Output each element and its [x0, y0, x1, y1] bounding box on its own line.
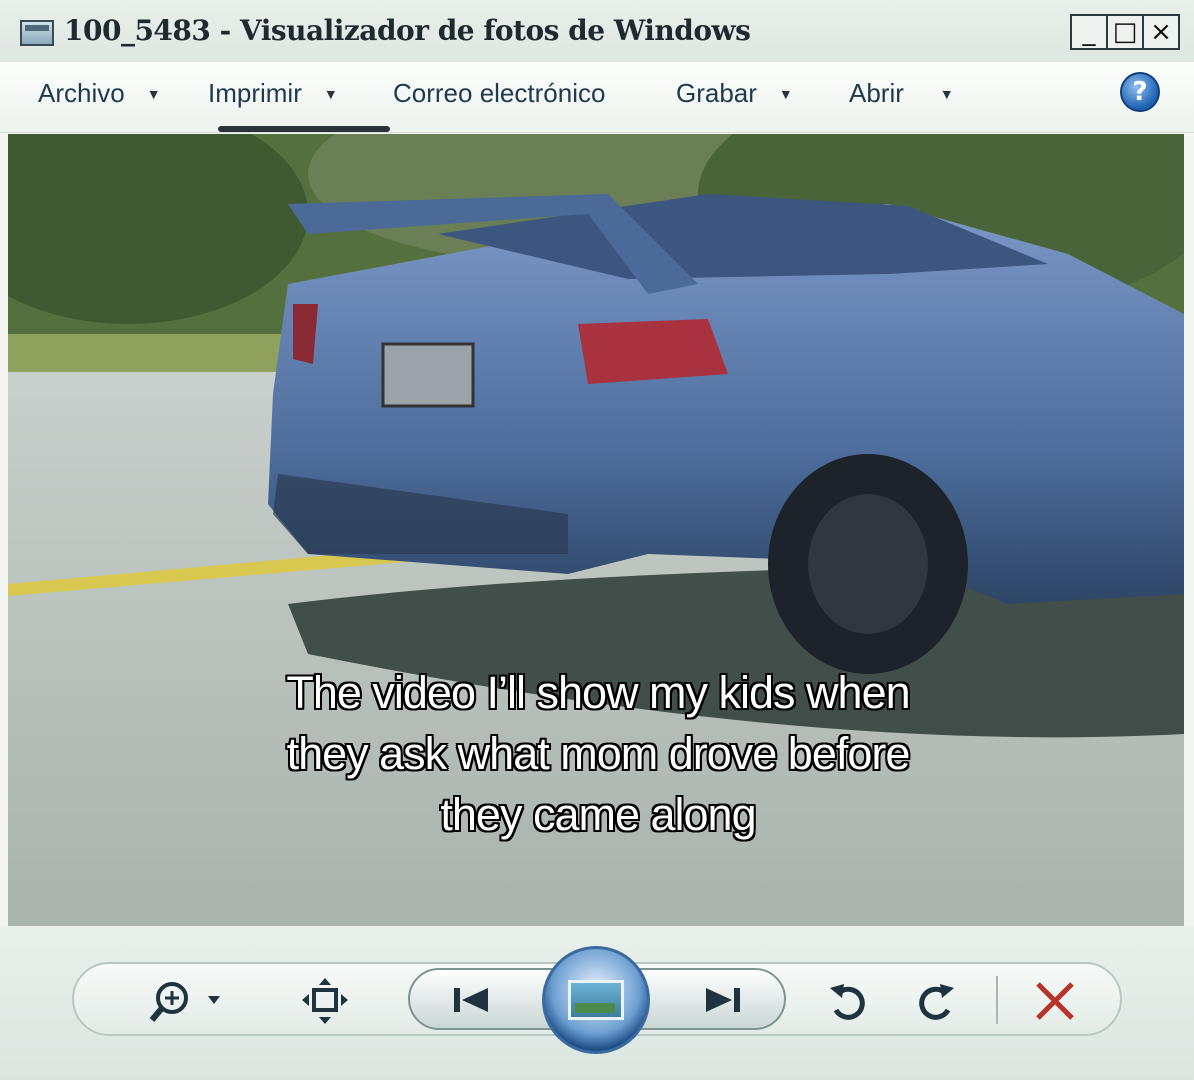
chevron-down-icon: ▼ [323, 85, 338, 102]
actual-size-button[interactable] [300, 978, 350, 1024]
menu-correo-label: Correo electrónico [393, 78, 606, 108]
menu-bar: Archivo ▼ Imprimir ▼ Correo electrónico … [0, 62, 1194, 133]
bottom-toolbar [0, 926, 1194, 1080]
zoom-icon [149, 982, 220, 1022]
menu-abrir[interactable]: Abrir ▼ [849, 78, 954, 109]
menu-archivo[interactable]: Archivo ▼ [38, 78, 161, 109]
menu-correo[interactable]: Correo electrónico [393, 78, 605, 109]
menu-imprimir[interactable]: Imprimir ▼ [208, 78, 338, 109]
next-button[interactable] [700, 984, 746, 1016]
title-bar[interactable]: 100_5483 - Visualizador de fotos de Wind… [0, 0, 1194, 63]
menu-grabar[interactable]: Grabar ▼ [676, 78, 793, 109]
close-button[interactable]: × [1142, 14, 1180, 50]
next-icon [706, 988, 740, 1012]
menu-abrir-label: Abrir [849, 78, 904, 108]
previous-button[interactable] [448, 984, 494, 1016]
rotate-counterclockwise-icon [830, 984, 865, 1020]
window-title: 100_5483 - Visualizador de fotos de Wind… [64, 14, 751, 47]
chevron-down-icon: ▼ [778, 85, 793, 102]
chevron-down-icon: ▼ [146, 85, 161, 102]
rotate-clockwise-icon [919, 984, 954, 1020]
menu-grabar-label: Grabar [676, 78, 757, 108]
photo-caption: The video I’ll show my kids when they as… [286, 667, 910, 840]
photo-display[interactable]: The video I’ll show my kids when they as… [8, 134, 1184, 926]
menu-archivo-label: Archivo [38, 78, 125, 108]
delete-button[interactable] [1032, 978, 1078, 1024]
minimize-button[interactable]: _ [1070, 14, 1108, 50]
chevron-down-icon: ▼ [939, 85, 954, 102]
help-icon[interactable]: ? [1120, 72, 1160, 112]
photo-viewer-window: 100_5483 - Visualizador de fotos de Wind… [0, 0, 1194, 1080]
photo-viewer-app-icon [20, 20, 54, 46]
rotate-counterclockwise-button[interactable] [826, 978, 870, 1024]
menu-imprimir-label: Imprimir [208, 78, 302, 108]
zoom-button[interactable] [148, 980, 232, 1024]
actual-size-icon [302, 978, 348, 1024]
delete-icon [1036, 982, 1074, 1020]
slideshow-button[interactable] [542, 946, 650, 1054]
previous-icon [454, 988, 488, 1012]
rotate-clockwise-button[interactable] [914, 978, 958, 1024]
slideshow-icon [568, 980, 624, 1020]
toolbar-divider [996, 976, 998, 1024]
menu-hover-indicator [218, 126, 390, 132]
maximize-button[interactable]: □ [1106, 14, 1144, 50]
window-controls: _ □ × [1070, 14, 1180, 50]
